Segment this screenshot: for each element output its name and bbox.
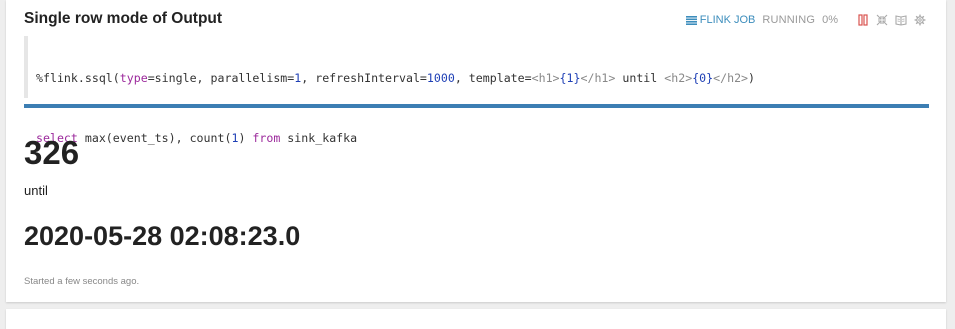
paragraph-controls: FLINK JOB RUNNING 0%	[686, 14, 926, 26]
code-tag: </h2>	[713, 71, 748, 85]
paragraph-footer: Started a few seconds ago.	[24, 276, 139, 287]
code-tag: </h1>	[580, 71, 615, 85]
flink-job-link[interactable]: FLINK JOB	[686, 14, 756, 26]
code-token: max(event_ts), count(	[78, 131, 232, 145]
code-token: )	[238, 131, 252, 145]
code-editor[interactable]: %flink.ssql(type=single, parallelism=1, …	[24, 36, 929, 98]
code-token: =single, parallelism=	[148, 71, 295, 85]
code-tag: <h2>	[664, 71, 692, 85]
result-heading-value: 326	[24, 134, 79, 172]
result-subheading-value: 2020-05-28 02:08:23.0	[24, 221, 300, 252]
pause-icon[interactable]	[857, 14, 869, 26]
progress-text: 0%	[822, 14, 838, 26]
gear-icon[interactable]	[914, 14, 926, 26]
code-token: )	[748, 71, 755, 85]
progress-bar	[24, 104, 929, 108]
code-line-1: %flink.ssql(type=single, parallelism=1, …	[36, 70, 929, 86]
code-placeholder: {0}	[692, 71, 713, 85]
code-tag: <h1>	[532, 71, 560, 85]
next-paragraph-card	[6, 309, 946, 329]
code-token: , refreshInterval=	[301, 71, 427, 85]
code-token: , template=	[455, 71, 532, 85]
book-icon[interactable]	[895, 14, 907, 26]
code-token: %flink.ssql(	[36, 71, 120, 85]
collapse-icon[interactable]	[876, 14, 888, 26]
flink-job-icon	[686, 16, 697, 25]
result-separator-text: until	[24, 183, 48, 198]
status-text: RUNNING	[762, 14, 815, 26]
code-token: until	[615, 71, 664, 85]
code-keyword: type	[120, 71, 148, 85]
code-placeholder: {1}	[560, 71, 581, 85]
code-number: 1000	[427, 71, 455, 85]
code-line-2: select max(event_ts), count(1) from sink…	[36, 130, 929, 146]
code-keyword: from	[252, 131, 280, 145]
paragraph-card: Single row mode of Output FLINK JOB RUNN…	[6, 0, 946, 302]
code-token: sink_kafka	[280, 131, 357, 145]
paragraph-title[interactable]: Single row mode of Output	[24, 10, 222, 28]
flink-job-label[interactable]: FLINK JOB	[700, 14, 756, 26]
